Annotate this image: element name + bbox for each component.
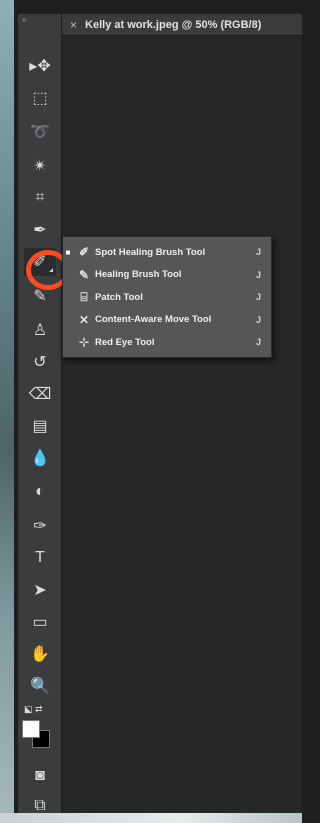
- foreground-color-swatch[interactable]: [22, 720, 40, 738]
- swap-colors-icon[interactable]: ⬕ ⇄: [24, 704, 43, 715]
- quick-mask-icon[interactable]: ◙: [24, 762, 56, 790]
- shortcut-key: J: [255, 314, 261, 325]
- menu-item-spot-healing-brush[interactable]: ■ ✐ Spot Healing Brush Tool J: [63, 241, 271, 264]
- close-icon[interactable]: ×: [70, 18, 77, 32]
- crop-tool-icon[interactable]: ⌗: [24, 184, 56, 212]
- menu-item-label: Content-Aware Move Tool: [95, 314, 212, 326]
- type-tool-icon[interactable]: T: [24, 544, 56, 572]
- content-aware-move-icon: ✕: [78, 312, 90, 327]
- document-tab[interactable]: × Kelly at work.jpeg @ 50% (RGB/8): [62, 14, 302, 36]
- pen-tool-icon[interactable]: ✑: [24, 512, 56, 540]
- blur-tool-icon[interactable]: 💧: [24, 444, 56, 472]
- hand-tool-icon[interactable]: ✋: [24, 640, 56, 668]
- gradient-tool-icon[interactable]: ▤: [24, 412, 56, 440]
- panel-grip-icon[interactable]: »: [18, 14, 61, 24]
- spot-healing-brush-icon: ✐: [78, 245, 90, 260]
- shortcut-key: J: [255, 337, 261, 348]
- magic-wand-tool-icon[interactable]: ✴: [24, 152, 56, 180]
- menu-item-red-eye[interactable]: ⊹ Red Eye Tool J: [63, 331, 271, 354]
- move-tool-icon[interactable]: ▸✥: [24, 52, 56, 80]
- menu-item-patch[interactable]: ⌸ Patch Tool J: [63, 286, 271, 309]
- canvas-area[interactable]: [62, 36, 302, 813]
- dodge-tool-icon[interactable]: ◐: [24, 478, 56, 506]
- healing-tools-flyout-menu: ■ ✐ Spot Healing Brush Tool J ✎ Healing …: [62, 236, 272, 358]
- shortcut-key: J: [255, 247, 261, 258]
- shortcut-key: J: [255, 269, 261, 280]
- tools-panel: » ▸✥ ⬚ ➰ ✴ ⌗ ✒ ✐ ✎ ♙ ↺ ⌫ ▤ 💧 ◐ ✑ T ➤ ▭ ✋…: [18, 14, 62, 820]
- menu-item-content-aware-move[interactable]: ✕ Content-Aware Move Tool J: [63, 309, 271, 332]
- patch-icon: ⌸: [80, 289, 88, 304]
- path-selection-tool-icon[interactable]: ➤: [24, 576, 56, 604]
- menu-item-label: Patch Tool: [95, 291, 143, 303]
- healing-brush-icon: ✎: [78, 267, 90, 282]
- shape-tool-icon[interactable]: ▭: [24, 608, 56, 636]
- red-eye-icon: ⊹: [78, 335, 90, 350]
- desktop-background: [0, 0, 14, 823]
- zoom-tool-icon[interactable]: 🔍: [24, 672, 56, 700]
- menu-item-healing-brush[interactable]: ✎ Healing Brush Tool J: [63, 264, 271, 287]
- shortcut-key: J: [255, 292, 261, 303]
- eyedropper-tool-icon[interactable]: ✒: [24, 216, 56, 244]
- selected-bullet-icon: ■: [65, 247, 71, 257]
- history-brush-tool-icon[interactable]: ↺: [24, 348, 56, 376]
- lasso-tool-icon[interactable]: ➰: [24, 118, 56, 146]
- menu-item-label: Spot Healing Brush Tool: [95, 246, 206, 258]
- menu-item-label: Red Eye Tool: [95, 336, 155, 348]
- desktop-background-bottom: [0, 813, 302, 823]
- document-title: Kelly at work.jpeg @ 50% (RGB/8): [85, 18, 262, 31]
- marquee-tool-icon[interactable]: ⬚: [24, 84, 56, 112]
- menu-item-label: Healing Brush Tool: [95, 269, 182, 281]
- eraser-tool-icon[interactable]: ⌫: [24, 380, 56, 408]
- clone-stamp-tool-icon[interactable]: ♙: [24, 316, 56, 344]
